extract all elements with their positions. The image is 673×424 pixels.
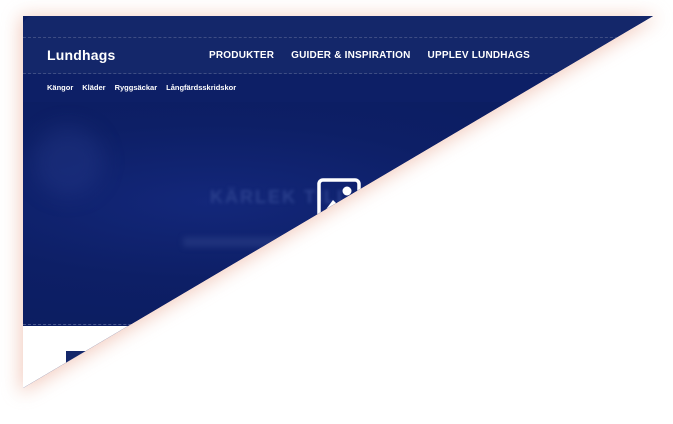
- hero-background-blob: [33, 126, 103, 196]
- main-nav-item-upplev[interactable]: UPPLEV LUNDHAGS: [428, 50, 530, 61]
- sub-nav: Kängor Kläder Ryggsäckar Långfärdsskrids…: [47, 83, 236, 92]
- sub-nav-item-kangor[interactable]: Kängor: [47, 83, 73, 92]
- main-nav-item-guider[interactable]: GUIDER & INSPIRATION: [291, 50, 410, 61]
- main-nav: PRODUKTER GUIDER & INSPIRATION UPPLEV LU…: [209, 50, 530, 61]
- sub-nav-item-langfardsskridskor[interactable]: Långfärdsskridskor: [166, 83, 236, 92]
- screenshot-stage: Lundhags PRODUKTER GUIDER & INSPIRATION …: [0, 0, 673, 424]
- header-divider-top: [23, 37, 653, 38]
- sub-nav-item-klader[interactable]: Kläder: [82, 83, 105, 92]
- site-header: Lundhags PRODUKTER GUIDER & INSPIRATION …: [23, 16, 653, 74]
- sub-nav-item-ryggsackar[interactable]: Ryggsäckar: [115, 83, 158, 92]
- brand-logo[interactable]: Lundhags: [47, 47, 115, 63]
- main-nav-item-produkter[interactable]: PRODUKTER: [209, 50, 274, 61]
